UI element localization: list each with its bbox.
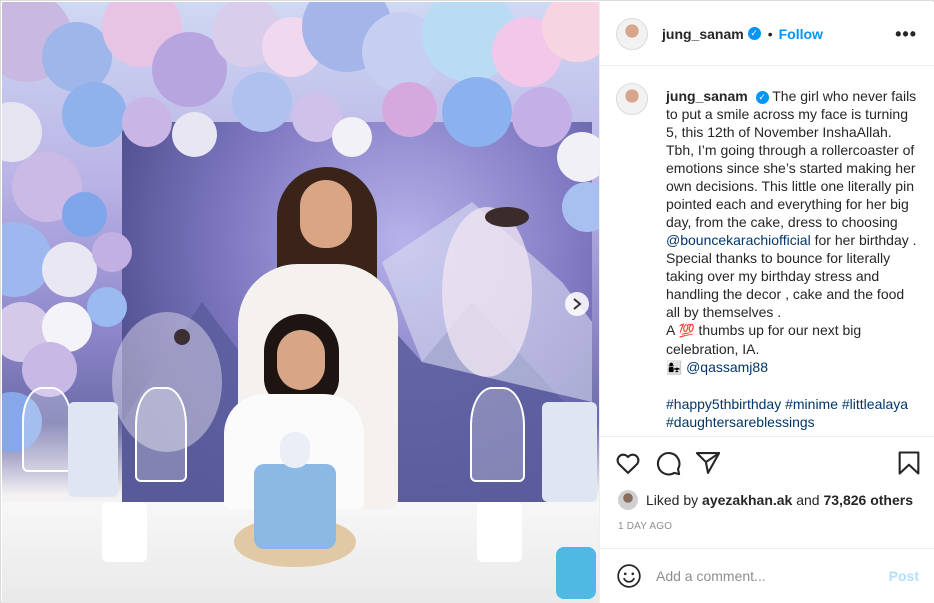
- caption-line: A 💯 thumbs up for our next big celebrati…: [666, 322, 862, 357]
- likes-count[interactable]: 73,826 others: [823, 492, 913, 508]
- comment-input[interactable]: [656, 568, 889, 584]
- decor-lantern: [477, 502, 522, 562]
- hashtag-link[interactable]: #happy5thbirthday: [666, 396, 781, 412]
- add-comment-bar: Post: [600, 548, 934, 603]
- post-photo[interactable]: [2, 2, 599, 603]
- blue-jar: [556, 547, 596, 599]
- hundred-emoji-icon: 💯: [678, 323, 695, 338]
- likes-summary: Liked by ayezakhan.ak and 73,826 others: [618, 490, 913, 510]
- post-comment-button[interactable]: Post: [889, 568, 919, 584]
- separator-dot: •: [767, 25, 773, 42]
- decor-cage: [22, 387, 72, 472]
- chevron-right-icon: [573, 298, 582, 310]
- avatar[interactable]: [616, 17, 648, 50]
- avatar[interactable]: [616, 83, 648, 115]
- comments-section[interactable]: jung_sanam ✓ The girl who never fails to…: [600, 67, 934, 435]
- comment-icon[interactable]: [654, 449, 682, 477]
- decor-lantern: [68, 402, 118, 497]
- caption-username[interactable]: jung_sanam: [666, 88, 748, 104]
- post-header: jung_sanam ✓ • Follow •••: [600, 2, 934, 66]
- decor-lantern: [542, 402, 597, 502]
- mention-link[interactable]: @bouncekarachiofficial: [666, 232, 811, 248]
- liked-by-user[interactable]: ayezakhan.ak: [702, 492, 792, 508]
- next-photo-button[interactable]: [565, 292, 589, 316]
- mother-daughter-emoji-icon: 👩‍👧: [666, 360, 683, 375]
- avatar[interactable]: [618, 490, 638, 510]
- caption-text: jung_sanam ✓ The girl who never fails to…: [666, 87, 919, 431]
- hashtag-link[interactable]: #littlealaya: [842, 396, 908, 412]
- post-timestamp[interactable]: 1 DAY AGO: [618, 521, 672, 532]
- header-username[interactable]: jung_sanam: [662, 26, 744, 42]
- verified-badge-icon: ✓: [755, 90, 769, 104]
- send-icon[interactable]: [694, 449, 722, 477]
- caption-line: 👩‍👧 @qassamj88: [666, 358, 919, 377]
- post-side-panel: jung_sanam ✓ • Follow ••• jung_sanam ✓ T…: [599, 2, 934, 603]
- decor-lantern: [102, 502, 147, 562]
- more-options-icon[interactable]: •••: [895, 24, 917, 45]
- heart-icon[interactable]: [614, 449, 642, 477]
- mention-link[interactable]: @qassamj88: [686, 359, 768, 375]
- hashtag-link[interactable]: #daughtersareblessings: [666, 414, 815, 430]
- verified-badge-icon: ✓: [747, 27, 761, 40]
- bookmark-icon[interactable]: [895, 449, 923, 477]
- caption: jung_sanam ✓ The girl who never fails to…: [616, 83, 919, 431]
- instagram-post-frame: jung_sanam ✓ • Follow ••• jung_sanam ✓ T…: [0, 0, 934, 603]
- caption-body: The girl who never fails to put a smile …: [666, 88, 917, 230]
- action-bar: [600, 436, 934, 490]
- hashtag-link[interactable]: #minime: [785, 396, 838, 412]
- smiley-icon[interactable]: [616, 563, 642, 589]
- follow-button[interactable]: Follow: [779, 26, 823, 42]
- birthday-cake: [254, 464, 336, 549]
- decor-cage: [135, 387, 187, 482]
- decor-cage: [470, 387, 525, 482]
- hashtags: #happy5thbirthday #minime #littlealaya #…: [666, 395, 919, 431]
